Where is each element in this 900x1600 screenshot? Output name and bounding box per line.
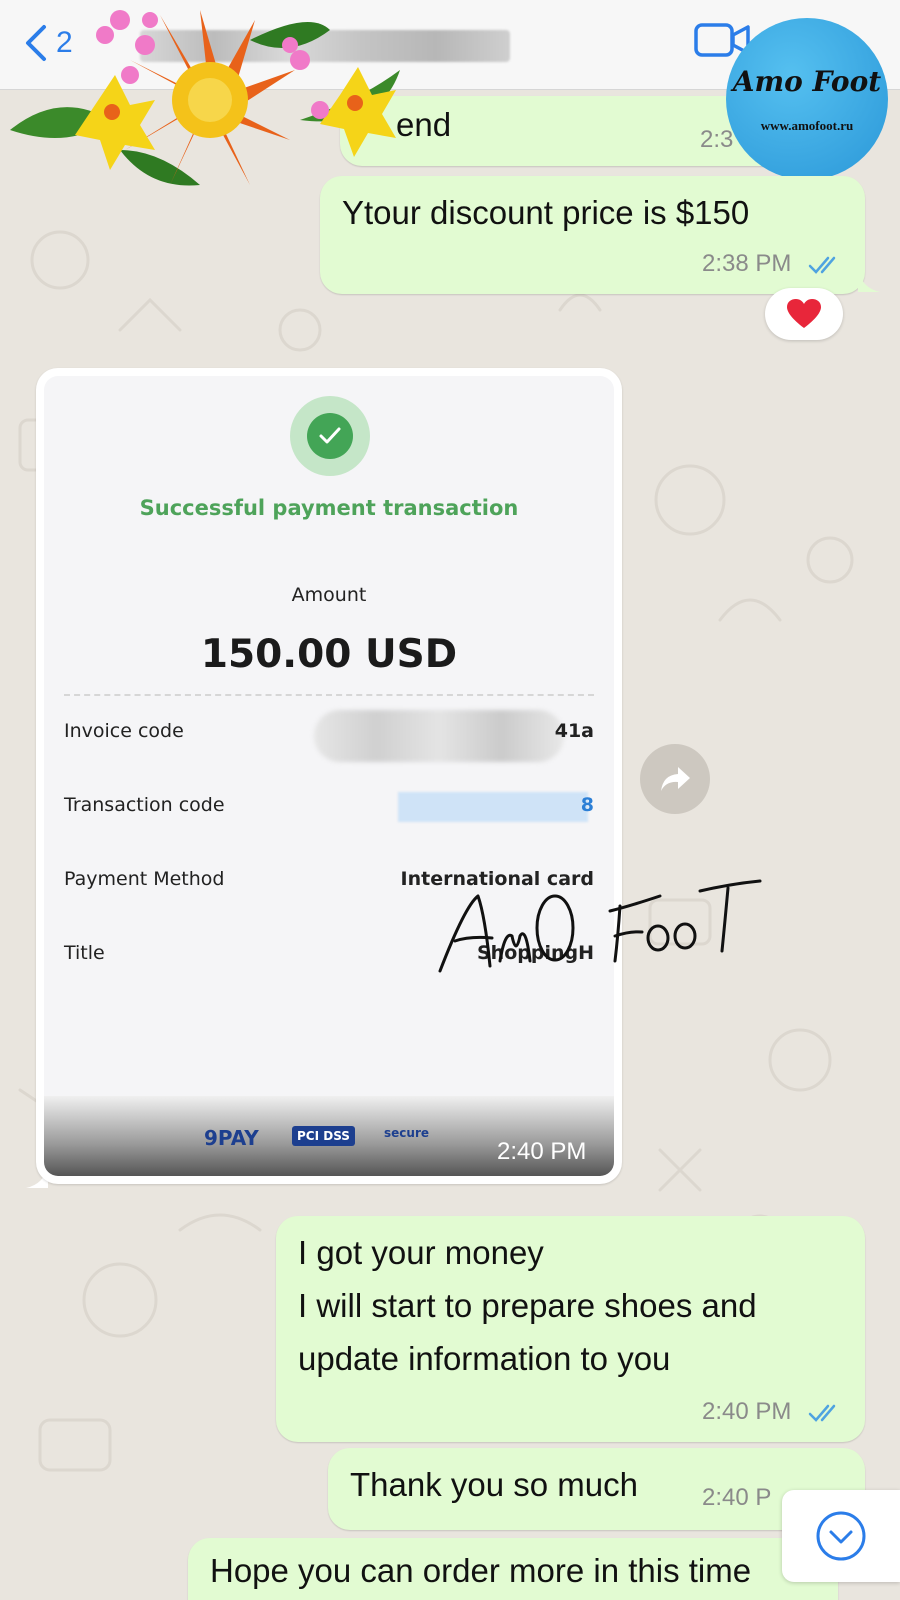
amount-value: 150.00 USD [200,632,458,677]
message-text: Thank you so much [350,1466,638,1503]
message-time: 2:40 P [702,1484,772,1511]
read-receipt-icon [808,1404,836,1422]
receipt-row-label: Invoice code [64,720,184,742]
chevron-down-circle-icon [816,1511,866,1561]
ninepay-logo: 9PAY [204,1126,259,1150]
message-text-line: I will start to prepare shoes and [298,1287,757,1324]
bubble-tail [858,270,880,292]
success-check-icon [290,396,370,476]
logo-url: www.amofoot.ru [760,117,854,133]
heart-icon [787,299,821,328]
amofoot-logo: Amo Foot www.amofoot.ru [726,18,888,180]
amofoot-signature-watermark [438,879,762,973]
pci-dss-logo: PCI DSS [292,1126,355,1146]
scroll-to-bottom-button[interactable] [782,1490,900,1582]
receipt-row-label: Transaction code [64,794,225,816]
image-message-time: 2:40 PM [497,1138,587,1165]
secure-logo: secure [384,1126,429,1140]
message-text: Hope you can order more in this time [210,1552,752,1589]
flower-sticker [10,10,400,186]
payment-receipt-image[interactable]: Successful payment transaction Amount 15… [44,376,614,1176]
logo-name: Amo Foot [732,64,882,98]
message-bubble-outgoing[interactable]: I got your money I will start to prepare… [276,1216,865,1442]
message-bubble-outgoing[interactable]: Ytour discount price is $150 2:38 PM [320,176,865,294]
redacted-area [314,710,564,762]
receipt-row-value: 41a [554,720,594,742]
message-time: 2:38 PM [702,250,792,277]
forward-arrow-icon [661,767,690,791]
message-text: Ytour discount price is $150 [342,194,750,231]
redacted-area [398,792,588,822]
message-time: 2:3 [700,126,734,153]
message-bubble-outgoing[interactable]: Hope you can order more in this time [188,1538,838,1600]
divider [64,694,594,696]
amount-label: Amount [291,584,367,606]
receipt-row-value: 8 [580,794,594,816]
message-text-line: I got your money [298,1234,544,1271]
message-reaction[interactable] [765,288,843,340]
message-time: 2:40 PM [702,1398,792,1425]
read-receipt-icon [808,256,836,274]
payment-status-title: Successful payment transaction [139,496,519,520]
receipt-row-label: Title [64,942,105,964]
receipt-row-label: Payment Method [64,868,225,890]
message-text-line: update information to you [298,1340,671,1377]
forward-button[interactable] [640,744,710,814]
